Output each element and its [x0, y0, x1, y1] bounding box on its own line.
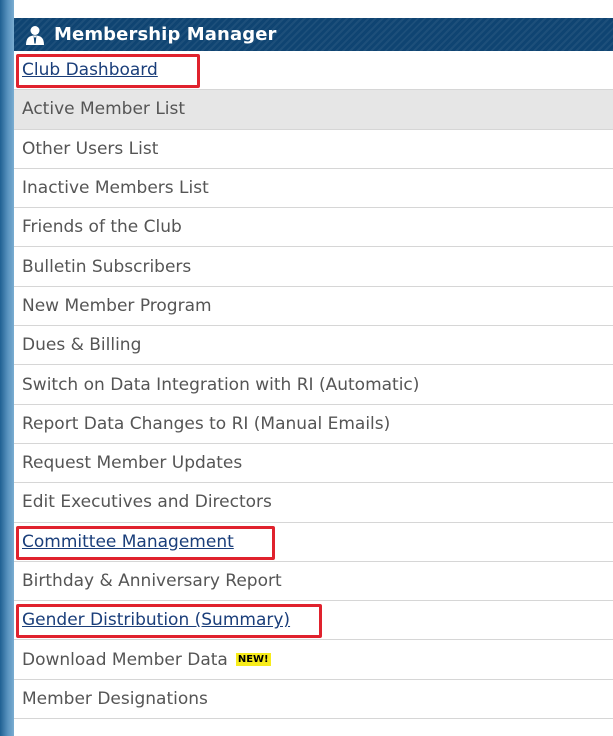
menu-item-label: Other Users List: [22, 138, 159, 159]
menu-item-label: Dues & Billing: [22, 335, 142, 356]
menu-item-dues-billing[interactable]: Dues & Billing: [14, 326, 613, 366]
menu-item-inactive-members-list[interactable]: Inactive Members List: [14, 168, 613, 209]
menu-item-active-member-list[interactable]: Active Member List: [14, 90, 613, 130]
menu-item-download-member-data[interactable]: Download Member Data NEW!: [14, 640, 613, 680]
menu-item-birthday-anniversary-report[interactable]: Birthday & Anniversary Report: [14, 561, 613, 602]
membership-menu: Club Dashboard Active Member List Other …: [14, 51, 613, 720]
menu-item-club-dashboard[interactable]: Club Dashboard: [14, 51, 613, 91]
menu-item-report-data-changes[interactable]: Report Data Changes to RI (Manual Emails…: [14, 404, 613, 444]
menu-item-label: Birthday & Anniversary Report: [22, 571, 282, 591]
menu-item-friends-of-the-club[interactable]: Friends of the Club: [14, 208, 613, 248]
menu-item-bulletin-subscribers[interactable]: Bulletin Subscribers: [14, 247, 613, 287]
menu-item-label: Edit Executives and Directors: [22, 492, 272, 513]
menu-item-label: Member Designations: [22, 688, 208, 709]
menu-item-label: Active Member List: [22, 99, 186, 120]
panel-header: Membership Manager: [14, 18, 613, 51]
menu-item-label: Bulletin Subscribers: [22, 256, 192, 277]
menu-item-label: Report Data Changes to RI (Manual Emails…: [22, 413, 391, 434]
menu-item-label[interactable]: Club Dashboard: [22, 60, 158, 80]
menu-item-data-integration[interactable]: Switch on Data Integration with RI (Auto…: [14, 365, 613, 405]
new-badge: NEW!: [235, 653, 271, 667]
menu-item-new-member-program[interactable]: New Member Program: [14, 286, 613, 327]
menu-item-label: Download Member Data: [22, 649, 228, 670]
menu-item-committee-management[interactable]: Committee Management: [14, 522, 613, 562]
panel-title: Membership Manager: [54, 24, 277, 45]
menu-item-label: Request Member Updates: [22, 453, 243, 474]
menu-item-request-member-updates[interactable]: Request Member Updates: [14, 443, 613, 484]
menu-item-label[interactable]: Gender Distribution (Summary): [22, 610, 290, 630]
menu-item-edit-executives[interactable]: Edit Executives and Directors: [14, 483, 613, 523]
user-icon: [24, 24, 46, 46]
menu-item-label: Friends of the Club: [22, 217, 182, 238]
menu-item-member-designations[interactable]: Member Designations: [14, 679, 613, 720]
menu-item-label[interactable]: Committee Management: [22, 532, 234, 552]
membership-manager-panel: Membership Manager Club Dashboard Active…: [14, 18, 613, 736]
menu-item-gender-distribution[interactable]: Gender Distribution (Summary): [14, 601, 613, 641]
menu-item-label: New Member Program: [22, 295, 212, 316]
menu-item-label: Inactive Members List: [22, 178, 209, 199]
menu-item-label: Switch on Data Integration with RI (Auto…: [22, 374, 420, 395]
menu-item-other-users-list[interactable]: Other Users List: [14, 129, 613, 169]
